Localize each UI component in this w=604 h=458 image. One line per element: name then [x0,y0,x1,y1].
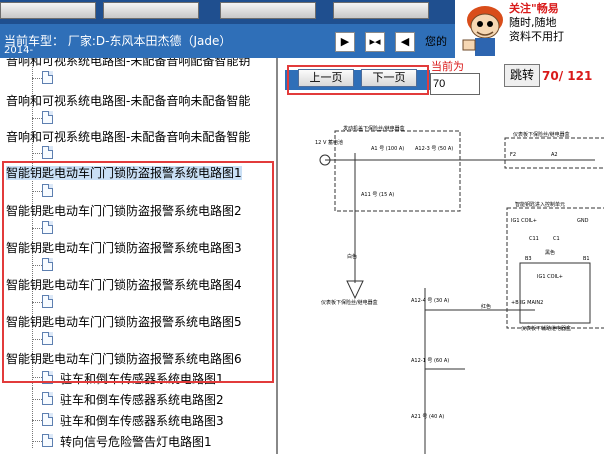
page-number-input[interactable] [430,73,480,95]
document-icon[interactable] [42,71,53,84]
mascot-icon [462,6,503,56]
current-vehicle: 当前车型： 厂家:D-东风本田杰德（Jade） [4,32,231,49]
diagram-viewer[interactable]: 发动机盖下保险丝/继电器盒 仪表板下保险丝/继电器盒 12 V 蓄电池 A1 号… [285,58,604,454]
promo-line-3: 资料不用打 [509,30,564,43]
diagram-label: A12-1 号 (60 A) [411,358,449,364]
diagram-label: 白色 [347,253,357,260]
diagram-label: IG1 COIL+ [537,274,563,280]
diagram-label: C1 [553,236,560,242]
tree-item[interactable]: 转向信号危险警告灯电路图1 [60,433,212,451]
toolbar-button-3[interactable] [220,2,316,19]
vehicle-year: 2014- [4,45,34,56]
diagram-label: C11 [529,236,539,242]
tree-connector [32,399,42,400]
jump-button[interactable]: 跳转 [504,64,540,87]
diagram-label: B1 [583,256,590,262]
tree-connector [32,420,42,421]
document-icon[interactable] [42,392,53,405]
tree-item-label: 驻车和倒车传感器系统电路图3 [60,414,224,428]
tree-item[interactable]: 音响和可视系统电路图-未配备音响未配备智能 [6,92,250,110]
document-tree[interactable]: 音响和可视系统电路图-未配备音响配备智能钥 音响和可视系统电路图-未配备音响未配… [0,58,278,454]
tree-item-label: 转向信号危险警告灯电路图1 [60,435,212,449]
diagram-label: 仪表板下保险丝/继电器盒 [321,299,378,306]
nav-highlight-box [287,65,429,95]
document-icon[interactable] [42,434,53,447]
notice-text: 您的 [425,35,447,48]
tree-item-label: 音响和可视系统电路图-未配备音响未配备智能 [6,130,251,144]
diagram-label: 12 V 蓄电池 [315,139,343,146]
tree-guide-line [32,388,33,448]
tree-connector [32,78,42,79]
tree-item[interactable]: 驻车和倒车传感器系统电路图2 [60,391,224,409]
tree-item-label: 音响和可视系统电路图-未配备音响配备智能钥 [6,58,251,68]
diagram-label: 发动机盖下保险丝/继电器盒 [343,125,405,132]
split-view-icon[interactable]: ▸◂ [365,32,385,52]
diagram-label: A21 号 (40 A) [411,414,444,420]
highlight-box [2,161,274,383]
diagram-label: A1 号 (100 A) [371,146,404,152]
diagram-label: 智能钥匙进入控制单元 [515,201,565,208]
toolbar-button-1[interactable] [0,2,96,19]
tree-item[interactable]: 音响和可视系统电路图-未配备音响配备智能钥 [6,58,250,70]
wiring-diagram: 发动机盖下保险丝/继电器盒 仪表板下保险丝/继电器盒 12 V 蓄电池 A1 号… [315,125,604,454]
diagram-label: GND [577,218,589,224]
page-count: 70/ 121 [542,69,593,83]
diagram-label: A2 [551,152,558,158]
tree-item[interactable]: 音响和可视系统电路图-未配备音响未配备智能 [6,128,250,146]
diagram-label: IG1 COIL+ [511,218,537,224]
diagram-label: 红色 [481,303,491,310]
tree-connector [32,153,42,154]
diagram-label: B3 [525,256,532,262]
document-icon[interactable] [42,111,53,124]
diagram-label: +B IG MAIN2 [511,300,543,306]
toolbar-button-2[interactable] [103,2,199,19]
tree-item-label: 驻车和倒车传感器系统电路图2 [60,393,224,407]
document-icon[interactable] [42,146,53,159]
current-page-label: 当前为 [431,60,464,73]
diagram-label: 黑色 [545,249,555,256]
diagram-label: 仪表板下辅助继电器盒 [521,325,571,332]
tree-item[interactable]: 驻车和倒车传感器系统电路图3 [60,412,224,430]
tree-connector [32,118,42,119]
tree-connector [32,441,42,442]
document-icon[interactable] [42,413,53,426]
vehicle-name: 厂家:D-东风本田杰德（Jade） [67,34,232,48]
diagram-label: A12-3 号 (50 A) [415,146,453,152]
tree-item-label: 音响和可视系统电路图-未配备音响未配备智能 [6,94,251,108]
diagram-label: A11 号 (15 A) [361,192,394,198]
toolbar-button-4[interactable] [333,2,429,19]
diagram-label: 仪表板下保险丝/继电器盒 [513,131,570,138]
diagram-label: F2 [510,152,516,158]
arrow-left-icon[interactable]: ◀ [395,32,415,52]
diagram-label: A12-4 号 (30 A) [411,298,449,304]
fit-page-icon[interactable]: ▶ [335,32,355,52]
